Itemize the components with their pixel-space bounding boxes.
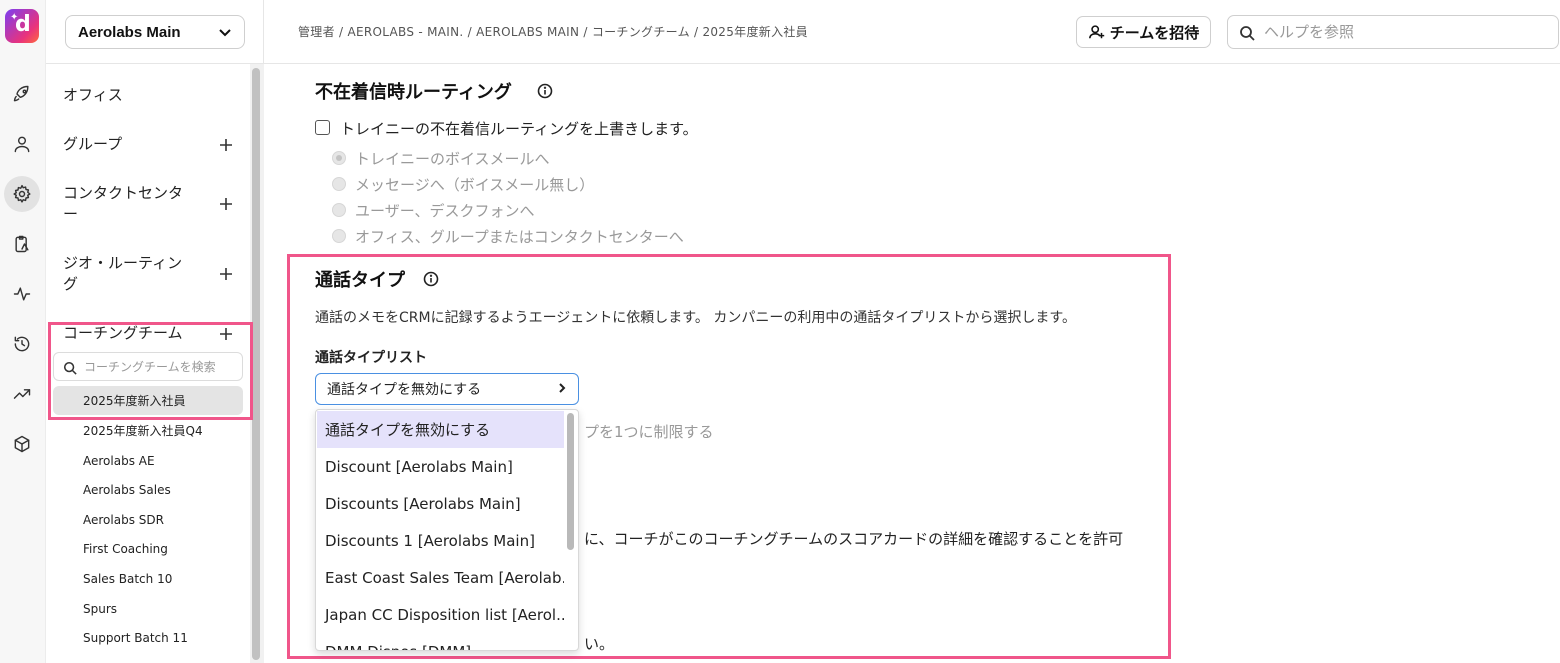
dropdown-option[interactable]: Japan CC Disposition list [Aerol... — [317, 596, 564, 633]
limit-one-type-text: プを1つに制限する — [584, 423, 714, 441]
team-item[interactable]: Aerolabs AE — [83, 453, 155, 469]
radio-office-group[interactable] — [332, 229, 346, 243]
call-type-dropdown: 通話タイプを無効にする Discount [Aerolabs Main] Dis… — [315, 409, 579, 651]
sidebar-item-coaching-teams[interactable]: コーチングチーム — [63, 323, 193, 344]
info-icon[interactable] — [537, 83, 553, 99]
help-search — [1227, 15, 1559, 49]
call-type-title: 通話タイプ — [315, 270, 405, 291]
add-geo-routing-plus-icon[interactable] — [218, 266, 234, 282]
trailing-text: い。 — [584, 635, 615, 653]
call-type-select[interactable]: 通話タイプを無効にする — [315, 373, 579, 405]
app-rail: ✦ d — [0, 0, 46, 663]
activity-icon[interactable] — [4, 276, 40, 312]
call-type-selected-value: 通話タイプを無効にする — [327, 382, 482, 398]
user-plus-icon — [1088, 25, 1104, 39]
sidebar: Aerolabs Main オフィス グループ コンタクトセンター ジオ・ルーテ… — [46, 0, 264, 663]
dropdown-option[interactable]: 通話タイプを無効にする — [317, 411, 564, 448]
sidebar-header: Aerolabs Main — [46, 0, 264, 64]
dropdown-option[interactable]: Discounts 1 [Aerolabs Main] — [317, 522, 564, 559]
help-search-input[interactable] — [1264, 23, 1524, 41]
cube-icon[interactable] — [4, 426, 40, 462]
add-group-plus-icon[interactable] — [218, 137, 234, 153]
add-contact-center-plus-icon[interactable] — [218, 196, 234, 212]
scorecard-permission-text: に、コーチがこのコーチングチームのスコアカードの詳細を確認することを許可 — [584, 530, 1124, 548]
radio-desk-phone[interactable] — [332, 203, 346, 217]
radio-office-group-label: オフィス、グループまたはコンタクトセンターへ — [355, 228, 684, 246]
dropdown-option[interactable]: Discount [Aerolabs Main] — [317, 448, 564, 485]
sidebar-item-groups[interactable]: グループ — [63, 134, 193, 155]
info-icon[interactable] — [423, 271, 439, 287]
clipboard-icon[interactable] — [4, 226, 40, 262]
search-icon — [63, 360, 77, 375]
app-logo[interactable]: ✦ d — [5, 9, 39, 43]
sidebar-scrollbar-thumb[interactable] — [252, 68, 260, 660]
rocket-icon[interactable] — [4, 76, 40, 112]
sidebar-item-geo-routing[interactable]: ジオ・ルーティング — [63, 253, 188, 295]
call-type-description: 通話のメモをCRMに記録するようエージェントに依頼します。 カンパニーの利用中の… — [315, 310, 1076, 326]
workspace-name: Aerolabs Main — [78, 23, 181, 41]
radio-desk-phone-label: ユーザー、デスクフォンへ — [355, 202, 535, 220]
sidebar-item-office[interactable]: オフィス — [63, 85, 193, 106]
coaching-team-search — [53, 352, 243, 381]
radio-message-label: メッセージへ（ボイスメール無し） — [355, 176, 595, 194]
search-icon — [1239, 25, 1255, 41]
add-coaching-team-plus-icon[interactable] — [218, 326, 234, 342]
team-item[interactable]: Sales Batch 10 — [83, 571, 172, 587]
breadcrumb: 管理者 / AEROLABS - MAIN. / AEROLABS MAIN /… — [298, 25, 808, 39]
team-item[interactable]: First Coaching — [83, 541, 168, 557]
history-icon[interactable] — [4, 326, 40, 362]
dropdown-option[interactable]: DMM Dispos [DMM] — [317, 633, 564, 651]
top-bar: 管理者 / AEROLABS - MAIN. / AEROLABS MAIN /… — [264, 0, 1560, 64]
user-icon[interactable] — [4, 126, 40, 162]
override-routing-checkbox[interactable] — [315, 120, 330, 135]
dropdown-option[interactable]: East Coast Sales Team [Aerolab... — [317, 559, 564, 596]
coaching-team-search-input[interactable] — [84, 359, 234, 374]
invite-team-button[interactable]: チームを招待 — [1076, 16, 1211, 48]
chevron-right-icon — [556, 382, 568, 394]
logo-letter: d — [15, 12, 31, 37]
team-item[interactable]: Aerolabs Sales — [83, 482, 171, 498]
team-item[interactable]: Aerolabs SDR — [83, 512, 164, 528]
call-type-list-label: 通話タイプリスト — [315, 350, 427, 366]
radio-message[interactable] — [332, 177, 346, 191]
radio-voicemail-label: トレイニーのボイスメールへ — [355, 150, 550, 168]
team-item[interactable]: 2025年度新入社員Q4 — [83, 423, 203, 439]
invite-team-label: チームを招待 — [1109, 23, 1200, 42]
dropdown-scrollbar-thumb[interactable] — [567, 413, 574, 550]
gear-icon[interactable] — [4, 176, 40, 212]
override-routing-label: トレイニーの不在着信ルーティングを上書きします。 — [340, 120, 698, 138]
trending-up-icon[interactable] — [4, 376, 40, 412]
missed-call-routing-title: 不在着信時ルーティング — [315, 82, 512, 103]
workspace-selector[interactable]: Aerolabs Main — [65, 15, 245, 49]
team-item[interactable]: 2025年度新入社員 — [83, 393, 186, 409]
radio-voicemail[interactable] — [332, 151, 346, 165]
team-item[interactable]: Support Batch 11 — [83, 630, 188, 646]
sidebar-item-contact-center[interactable]: コンタクトセンター — [63, 183, 188, 225]
team-item[interactable]: Spurs — [83, 601, 117, 617]
chevron-down-icon — [218, 25, 232, 39]
dropdown-option[interactable]: Discounts [Aerolabs Main] — [317, 485, 564, 522]
